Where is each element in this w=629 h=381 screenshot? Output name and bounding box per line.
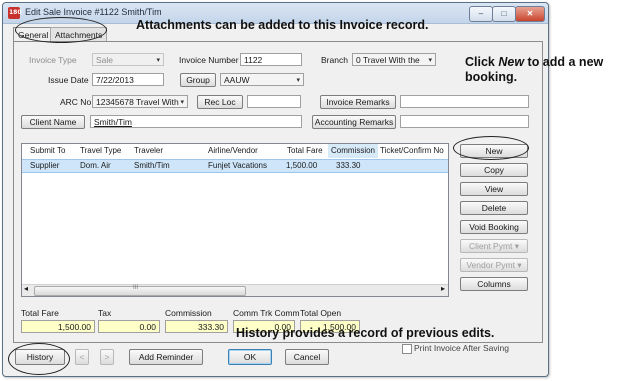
cell-traveler: Smith/Tim	[134, 161, 170, 170]
chevron-down-icon: ▾	[514, 241, 520, 251]
branch-label: Branch	[321, 55, 348, 65]
total-fare-field: 1,500.00	[21, 320, 95, 333]
issue-date-label: Issue Date	[48, 75, 89, 85]
bookings-grid[interactable]: Submit To Travel Type Traveler Airline/V…	[21, 143, 449, 297]
comm-trk-comm-label: Comm Trk Comm	[233, 308, 300, 318]
column-header-total-fare[interactable]: Total Fare	[287, 144, 323, 158]
scrollbar-thumb[interactable]: III	[34, 285, 246, 296]
new-booking-callout-line2: booking.	[465, 70, 518, 84]
new-callout-suffix: to add a new	[524, 55, 604, 69]
tax-label: Tax	[98, 308, 112, 318]
issue-date-field[interactable]: 7/22/2013	[92, 73, 164, 86]
column-header-traveler[interactable]: Traveler	[134, 144, 163, 158]
branch-select[interactable]: 0 Travel With the ▾	[352, 53, 436, 66]
cell-airline-vendor: Funjet Vacations	[208, 161, 267, 170]
vendor-pymt-label: Vendor Pymt	[466, 260, 515, 270]
branch-value: 0 Travel With the	[356, 55, 420, 65]
chevron-down-icon: ▾	[428, 57, 432, 64]
tab-general[interactable]: General	[13, 27, 54, 42]
arc-no-select[interactable]: 12345678 Travel With ▾	[92, 95, 188, 108]
commission-label: Commission	[165, 308, 212, 318]
group-select[interactable]: AAUW ▾	[220, 73, 304, 86]
next-button[interactable]: >	[100, 349, 114, 365]
invoice-number-label: Invoice Number	[179, 55, 239, 65]
invoice-remarks-field[interactable]	[400, 95, 529, 108]
cell-travel-type: Dom. Air	[80, 161, 111, 170]
client-pymt-button[interactable]: Client Pymt ▾	[460, 239, 528, 253]
total-open-label: Total Open	[300, 308, 342, 318]
column-header-ticket-confirm[interactable]: Ticket/Confirm No	[380, 144, 444, 158]
column-header-travel-type[interactable]: Travel Type	[80, 144, 121, 158]
client-pymt-label: Client Pymt	[468, 241, 513, 251]
total-fare-label: Total Fare	[21, 308, 59, 318]
rec-loc-button[interactable]: Rec Loc	[197, 95, 243, 109]
column-header-submit-to[interactable]: Submit To	[30, 144, 65, 158]
cancel-button[interactable]: Cancel	[285, 349, 329, 365]
print-invoice-label: Print Invoice After Saving	[414, 343, 509, 353]
invoice-type-label: Invoice Type	[29, 55, 77, 65]
new-callout-emphasis: New	[498, 55, 525, 69]
new-booking-callout: Click New to add a new	[465, 55, 603, 69]
history-callout: History provides a record of previous ed…	[236, 326, 495, 340]
invoice-type-select[interactable]: Sale ▾	[92, 53, 164, 66]
attachments-callout: Attachments can be added to this Invoice…	[136, 18, 429, 32]
chevron-down-icon: ▾	[517, 260, 522, 270]
invoice-remarks-button[interactable]: Invoice Remarks	[320, 95, 396, 109]
maximize-button[interactable]: □	[492, 6, 516, 22]
previous-button[interactable]: <	[75, 349, 89, 365]
horizontal-scrollbar[interactable]: ◂ III ▸	[22, 284, 448, 296]
client-name-field[interactable]: Smith/Tim	[90, 115, 302, 128]
scroll-left-arrow-icon[interactable]: ◂	[24, 284, 28, 293]
history-button[interactable]: History	[15, 349, 65, 365]
cell-total-fare: 1,500.00	[286, 161, 318, 170]
commission-field[interactable]: 333.30	[165, 320, 228, 333]
column-header-commission[interactable]: Commission	[328, 144, 379, 158]
scroll-grip-icon: III	[133, 285, 139, 291]
view-booking-button[interactable]: View	[460, 182, 528, 196]
chevron-down-icon: ▾	[180, 99, 184, 106]
new-booking-button[interactable]: New	[460, 144, 528, 158]
void-booking-button[interactable]: Void Booking	[460, 220, 528, 234]
window-title: Edit Sale Invoice #1122 Smith/Tim	[25, 7, 162, 17]
cell-submit-to: Supplier	[30, 161, 60, 170]
chevron-down-icon: ▾	[156, 57, 160, 64]
cell-commission: 333.30	[336, 161, 361, 170]
copy-booking-button[interactable]: Copy	[460, 163, 528, 177]
accounting-remarks-field[interactable]	[400, 115, 529, 128]
accounting-remarks-button[interactable]: Accounting Remarks	[312, 115, 396, 129]
table-row[interactable]: Supplier Dom. Air Smith/Tim Funjet Vacat…	[22, 159, 448, 173]
invoice-type-value: Sale	[96, 55, 114, 65]
print-invoice-checkbox[interactable]	[402, 344, 412, 354]
arc-no-value: 12345678 Travel With	[96, 97, 179, 107]
arc-no-label: ARC No	[60, 97, 92, 107]
new-callout-prefix: Click	[465, 55, 499, 69]
close-button[interactable]: ✕	[515, 6, 545, 22]
minimize-button[interactable]: –	[469, 6, 493, 22]
vendor-pymt-button[interactable]: Vendor Pymt ▾	[460, 258, 528, 272]
invoice-number-field[interactable]: 1122	[240, 53, 302, 66]
rec-loc-field[interactable]	[247, 95, 301, 108]
app-icon-text: 180	[9, 9, 22, 16]
columns-button[interactable]: Columns	[460, 277, 528, 291]
column-header-airline-vendor[interactable]: Airline/Vendor	[208, 144, 258, 158]
app-icon: 180	[8, 7, 22, 19]
tax-field[interactable]: 0.00	[98, 320, 160, 333]
delete-booking-button[interactable]: Delete	[460, 201, 528, 215]
group-value: AAUW	[224, 75, 250, 85]
chevron-down-icon: ▾	[296, 77, 300, 84]
add-reminder-button[interactable]: Add Reminder	[129, 349, 203, 365]
scroll-right-arrow-icon[interactable]: ▸	[441, 284, 445, 293]
group-button[interactable]: Group	[180, 73, 216, 87]
ok-button[interactable]: OK	[228, 349, 272, 365]
client-name-button[interactable]: Client Name	[21, 115, 85, 129]
